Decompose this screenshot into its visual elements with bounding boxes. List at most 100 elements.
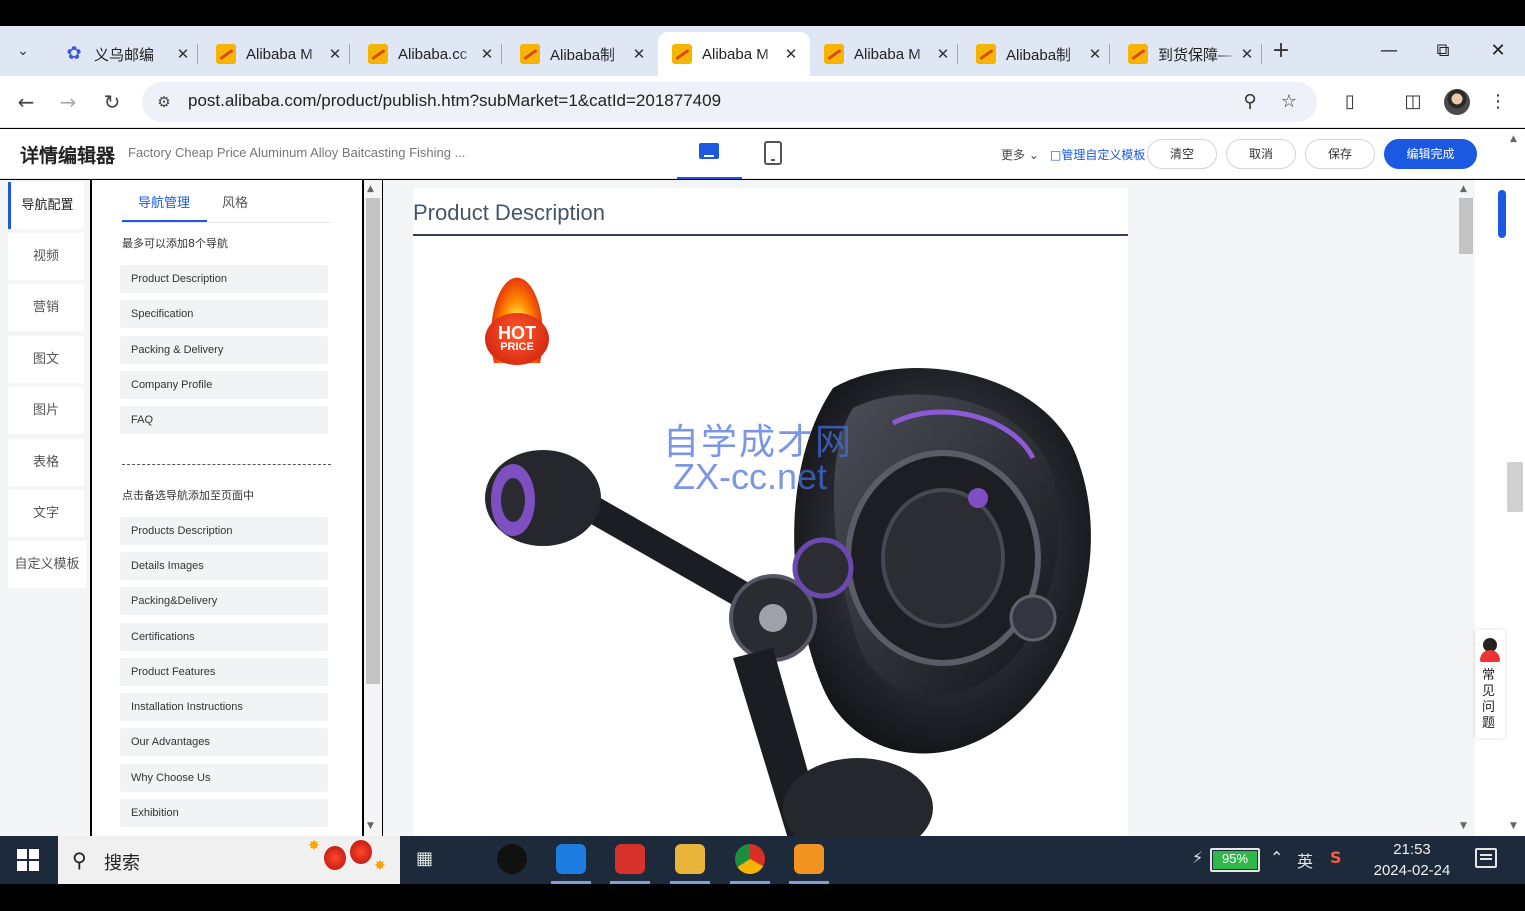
sidebar-item-image[interactable]: 图片 xyxy=(8,387,84,434)
taskbar-search[interactable]: ⚲ 搜索 ✸ ✸ xyxy=(58,836,400,884)
bookmark-star-icon[interactable]: ☆ xyxy=(1277,90,1301,114)
power-plug-icon[interactable]: ⚡ xyxy=(1192,848,1203,867)
browser-tab[interactable]: 到货保障— ✕ xyxy=(1114,32,1266,76)
windows-start-icon[interactable] xyxy=(17,849,39,871)
restore-window-icon[interactable]: ⧉ xyxy=(1428,38,1458,64)
candidate-nav-item[interactable]: Products Description xyxy=(120,517,328,545)
desktop-view-toggle[interactable] xyxy=(677,129,742,179)
close-tab-icon[interactable]: ✕ xyxy=(1086,45,1104,63)
new-tab-plus-icon[interactable]: + xyxy=(1268,38,1294,64)
back-arrow-icon[interactable]: ← xyxy=(12,88,40,116)
sidebar-item-image-text[interactable]: 图文 xyxy=(8,336,84,383)
side-panel-icon[interactable]: ◫ xyxy=(1399,88,1427,116)
sidebar-item-text[interactable]: 文字 xyxy=(8,490,84,537)
sidebar-item-video[interactable]: 视频 xyxy=(8,233,84,280)
canvas-scroll-thumb[interactable] xyxy=(1459,198,1473,254)
scroll-up-arrow-icon[interactable]: ▲ xyxy=(1460,184,1467,194)
candidate-nav-item[interactable]: Why Choose Us xyxy=(120,764,328,792)
ime-indicator[interactable]: 英 xyxy=(1297,848,1313,872)
description-module[interactable]: Product Description HOT PRICE 自学成才网 ZX-c… xyxy=(413,188,1128,836)
panel-scrollbar[interactable]: ▲ ▼ xyxy=(364,180,382,836)
faq-float-button[interactable]: 常见问题 xyxy=(1475,630,1505,738)
recorder-app-icon[interactable] xyxy=(794,844,824,874)
wps-app-icon[interactable] xyxy=(615,844,645,874)
system-clock[interactable]: 21:53 2024-02-24 xyxy=(1364,840,1460,882)
candidate-nav-item[interactable]: Our Advantages xyxy=(120,728,328,756)
mobile-phone-icon[interactable] xyxy=(764,141,782,165)
more-dropdown[interactable]: 更多 ⌄ xyxy=(1001,146,1039,163)
task-view-icon[interactable]: ▦ xyxy=(416,848,433,869)
close-tab-icon[interactable]: ✕ xyxy=(174,45,192,63)
firework-icon: ✸ xyxy=(308,838,320,854)
browser-tab[interactable]: Alibaba制 ✕ xyxy=(962,32,1114,76)
tiktok-app-icon[interactable] xyxy=(497,844,527,874)
url-text[interactable]: post.alibaba.com/product/publish.htm?sub… xyxy=(188,91,721,111)
app-running-indicator xyxy=(610,881,650,884)
canvas-scrollbar[interactable]: ▲ ▼ xyxy=(1457,180,1475,836)
battery-indicator[interactable]: 95% xyxy=(1210,848,1260,872)
finish-editing-button[interactable]: 编辑完成 xyxy=(1384,139,1477,169)
sidebar-item-nav-config[interactable]: 导航配置 xyxy=(8,182,84,229)
browser-tab[interactable]: ✿ 义乌邮编 ✕ xyxy=(50,32,202,76)
browser-tab[interactable]: Alibaba制 ✕ xyxy=(506,32,658,76)
tab-style[interactable]: 风格 xyxy=(222,192,248,211)
page-scroll-down-arrow-icon[interactable]: ▼ xyxy=(1510,821,1517,831)
address-bar[interactable]: ⚙ post.alibaba.com/product/publish.htm?s… xyxy=(142,82,1317,122)
candidate-nav-item[interactable]: Installation Instructions xyxy=(120,693,328,721)
close-tab-icon[interactable]: ✕ xyxy=(1238,45,1256,63)
candidate-nav-item[interactable]: Product Features xyxy=(120,658,328,686)
module-sidebar: 导航配置 视频 营销 图文 图片 表格 文字 自定义模板 xyxy=(0,180,90,836)
added-nav-item[interactable]: Product Description xyxy=(120,265,328,293)
zoom-magnifier-icon[interactable]: ⚲ xyxy=(1238,90,1262,114)
added-nav-item[interactable]: Packing & Delivery xyxy=(120,336,328,364)
browser-tab-active[interactable]: Alibaba M ✕ xyxy=(658,32,810,76)
chevron-up-icon[interactable]: ⌃ xyxy=(1270,848,1283,867)
cancel-button[interactable]: 取消 xyxy=(1226,139,1296,169)
browser-tab[interactable]: Alibaba.cc ✕ xyxy=(354,32,506,76)
feishu-app-icon[interactable] xyxy=(556,844,586,874)
app-running-indicator xyxy=(789,881,829,884)
browser-tab[interactable]: Alibaba M ✕ xyxy=(810,32,962,76)
reload-icon[interactable]: ↻ xyxy=(98,88,126,116)
candidate-nav-item[interactable]: Details Images xyxy=(120,552,328,580)
scroll-up-arrow-icon[interactable]: ▲ xyxy=(367,184,374,194)
sidebar-item-custom-template[interactable]: 自定义模板 xyxy=(8,541,86,588)
minimize-icon[interactable]: — xyxy=(1374,38,1404,64)
scroll-down-arrow-icon[interactable]: ▼ xyxy=(1460,821,1467,831)
close-tab-icon[interactable]: ✕ xyxy=(326,45,344,63)
added-nav-item[interactable]: Specification xyxy=(120,300,328,328)
close-tab-icon[interactable]: ✕ xyxy=(478,45,496,63)
scroll-down-arrow-icon[interactable]: ▼ xyxy=(367,821,374,831)
clear-button[interactable]: 清空 xyxy=(1147,139,1217,169)
manage-templates-link[interactable]: □管理自定义模板 xyxy=(1050,146,1145,163)
browser-tab[interactable]: Alibaba M ✕ xyxy=(202,32,354,76)
tab-search-chevron-icon[interactable]: ⌄ xyxy=(9,38,37,64)
added-nav-hint: 最多可以添加8个导航 xyxy=(122,237,228,250)
forward-arrow-icon[interactable]: → xyxy=(54,88,82,116)
sogou-ime-icon[interactable]: S xyxy=(1330,848,1342,867)
save-button[interactable]: 保存 xyxy=(1305,139,1375,169)
candidate-nav-item[interactable]: Exhibition xyxy=(120,799,328,827)
added-nav-item[interactable]: Company Profile xyxy=(120,371,328,399)
sidebar-item-marketing[interactable]: 营销 xyxy=(8,284,84,331)
close-tab-icon[interactable]: ✕ xyxy=(782,45,800,63)
notification-center-icon[interactable] xyxy=(1475,848,1497,868)
extensions-puzzle-icon[interactable]: ▯ xyxy=(1336,88,1364,116)
added-nav-item[interactable]: FAQ xyxy=(120,406,328,434)
page-scroll-thumb[interactable] xyxy=(1507,462,1523,512)
close-tab-icon[interactable]: ✕ xyxy=(630,45,648,63)
close-tab-icon[interactable]: ✕ xyxy=(934,45,952,63)
browser-menu-kebab-icon[interactable]: ⋮ xyxy=(1484,88,1512,116)
profile-avatar[interactable] xyxy=(1444,89,1470,115)
page-scroll-up-arrow-icon[interactable]: ▲ xyxy=(1510,134,1517,144)
tab-nav-manage[interactable]: 导航管理 xyxy=(138,192,190,211)
chrome-app-icon[interactable] xyxy=(735,844,765,874)
candidate-nav-item[interactable]: Certifications xyxy=(120,623,328,651)
candidate-nav-item[interactable]: Packing&Delivery xyxy=(120,587,328,615)
file-explorer-icon[interactable] xyxy=(675,844,705,874)
sidebar-item-table[interactable]: 表格 xyxy=(8,439,84,486)
close-window-icon[interactable]: ✕ xyxy=(1483,38,1513,64)
tab-title: Alibaba.cc xyxy=(398,45,468,63)
panel-scroll-thumb[interactable] xyxy=(366,198,380,684)
site-settings-icon[interactable]: ⚙ xyxy=(154,92,174,112)
